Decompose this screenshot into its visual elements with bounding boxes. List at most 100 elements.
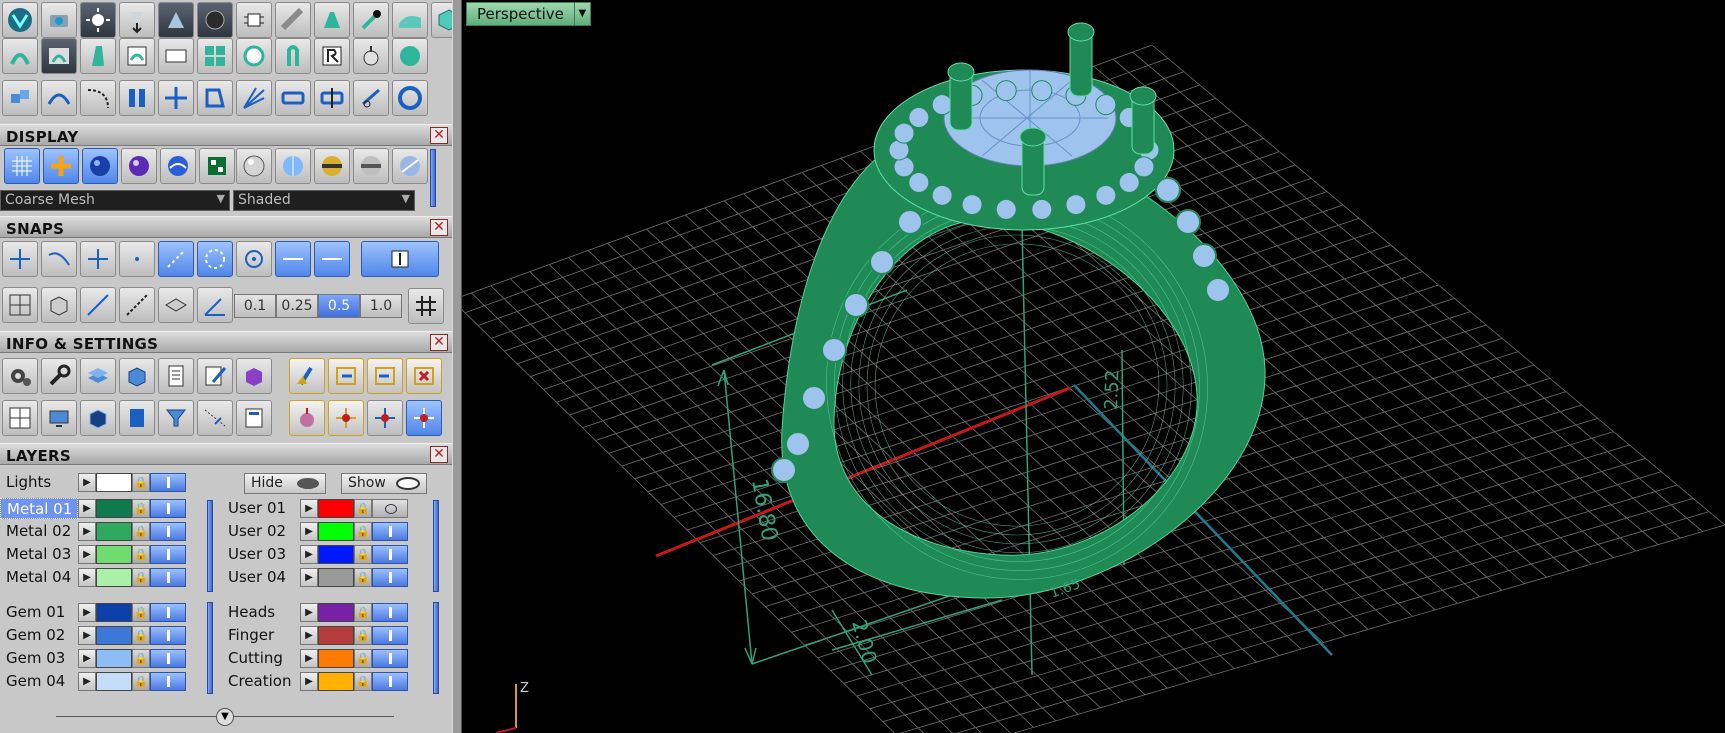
select-filter-icon[interactable] xyxy=(197,400,233,436)
layer-visibility-toggle[interactable] xyxy=(150,672,186,691)
panel-splitter[interactable] xyxy=(452,0,462,733)
layer-expand-button[interactable]: ▶ xyxy=(300,545,318,564)
lock-icon[interactable]: 🔒 xyxy=(132,649,150,668)
globe-icon[interactable] xyxy=(392,38,428,74)
snap-intersect-icon[interactable] xyxy=(80,241,116,277)
layer-color-swatch[interactable] xyxy=(96,649,132,668)
snap-near-icon[interactable] xyxy=(275,241,311,277)
gold-ball-icon[interactable] xyxy=(314,148,350,184)
layer-name[interactable]: Metal 04 xyxy=(0,567,78,588)
layer-expand-button[interactable]: ▶ xyxy=(300,603,318,622)
layer-name[interactable]: Gem 02 xyxy=(0,625,78,646)
chip-icon[interactable] xyxy=(236,2,272,38)
cube-view-icon[interactable] xyxy=(80,400,116,436)
grid-snap-icon[interactable] xyxy=(408,288,444,324)
snap-center-icon[interactable] xyxy=(197,241,233,277)
lock-icon[interactable]: 🔒 xyxy=(354,626,372,645)
lock-icon[interactable]: 🔒 xyxy=(132,545,150,564)
snap-end-icon[interactable] xyxy=(2,241,38,277)
weight-icon[interactable] xyxy=(353,38,389,74)
layer-name[interactable]: Finger xyxy=(222,625,300,646)
analyze-wrench-icon[interactable] xyxy=(41,358,77,394)
grid-size-0.5[interactable]: 0.5 xyxy=(318,294,360,318)
join-icon[interactable] xyxy=(275,80,311,116)
grid-size-1.0[interactable]: 1.0 xyxy=(360,294,402,318)
layers-stack-icon[interactable] xyxy=(80,358,116,394)
clock-icon[interactable] xyxy=(236,38,272,74)
light-cone-icon[interactable] xyxy=(158,2,194,38)
panel-scroll-down-icon[interactable]: ▼ xyxy=(216,708,234,726)
circle-icon[interactable] xyxy=(392,80,428,116)
box-properties-icon[interactable] xyxy=(119,358,155,394)
surface-icon[interactable] xyxy=(392,2,428,38)
bail-icon[interactable] xyxy=(275,38,311,74)
move-icon[interactable] xyxy=(158,80,194,116)
properties-list-icon[interactable] xyxy=(236,400,272,436)
gumball-rotate-icon[interactable] xyxy=(367,400,403,436)
plane-snap-icon[interactable] xyxy=(158,287,194,323)
gumball-active-icon[interactable] xyxy=(406,400,442,436)
primitives-icon[interactable] xyxy=(2,80,38,116)
layer-expand-button[interactable]: ▶ xyxy=(78,568,96,587)
layer-name[interactable]: Heads xyxy=(222,602,300,623)
close-layers-button[interactable]: ✕ xyxy=(430,446,448,463)
layer-color-swatch[interactable] xyxy=(96,626,132,645)
grid-layout-icon[interactable] xyxy=(197,38,233,74)
layer-expand-button[interactable]: ▶ xyxy=(78,626,96,645)
layer-name[interactable]: User 02 xyxy=(222,521,300,542)
silver-ball-icon[interactable] xyxy=(353,148,389,184)
layer-color-swatch[interactable] xyxy=(96,603,132,622)
shade-mode-select[interactable]: Shaded ▼ xyxy=(233,190,415,211)
grid-size-0.1[interactable]: 0.1 xyxy=(234,294,276,318)
display-scrollbar[interactable] xyxy=(430,149,436,207)
layer-color-swatch[interactable] xyxy=(318,499,354,518)
film-icon[interactable] xyxy=(41,38,77,74)
layer-visibility-toggle[interactable] xyxy=(150,499,186,518)
layer-visibility-toggle[interactable] xyxy=(372,522,408,541)
layer-visibility-toggle[interactable] xyxy=(372,545,408,564)
split-icon[interactable] xyxy=(314,80,350,116)
gem-cube-icon[interactable] xyxy=(236,358,272,394)
document-icon[interactable] xyxy=(158,358,194,394)
lock-icon[interactable]: 🔒 xyxy=(132,522,150,541)
lock-icon[interactable]: 🔒 xyxy=(354,603,372,622)
layer-visibility-toggle[interactable] xyxy=(372,649,408,668)
layer-color-swatch[interactable] xyxy=(96,568,132,587)
logo-stamp-icon[interactable] xyxy=(158,38,194,74)
layer-visibility-toggle[interactable] xyxy=(150,545,186,564)
show-button[interactable]: Show xyxy=(341,473,427,494)
lock-icon[interactable]: 🔒 xyxy=(132,499,150,518)
close-info-button[interactable]: ✕ xyxy=(430,334,448,351)
chrome-ball-icon[interactable] xyxy=(236,148,272,184)
flat-shade-mode-icon[interactable] xyxy=(43,148,79,184)
gem-prong-icon[interactable] xyxy=(2,38,38,74)
layer-name[interactable]: Metal 03 xyxy=(0,544,78,565)
viewport-tab[interactable]: Perspective ▼ xyxy=(466,2,591,26)
environment-mode-icon[interactable] xyxy=(160,148,196,184)
lock-icon[interactable]: 🔒 xyxy=(132,603,150,622)
shank-icon[interactable] xyxy=(80,38,116,74)
layer-name[interactable]: Gem 03 xyxy=(0,648,78,669)
spot-light-icon[interactable] xyxy=(119,2,155,38)
lock-icon[interactable]: 🔒 xyxy=(354,672,372,691)
layer-color-swatch[interactable] xyxy=(96,522,132,541)
layer-visibility-toggle[interactable] xyxy=(150,603,186,622)
delete-history-icon[interactable] xyxy=(406,358,442,394)
angle-snap-icon[interactable] xyxy=(197,287,233,323)
gallery-icon[interactable] xyxy=(119,38,155,74)
camera-icon[interactable] xyxy=(41,2,77,38)
snap-quad-icon[interactable] xyxy=(236,241,272,277)
box-snap-icon[interactable] xyxy=(41,287,77,323)
offset-icon[interactable] xyxy=(197,80,233,116)
trim-icon[interactable] xyxy=(353,80,389,116)
layer-expand-button[interactable]: ▶ xyxy=(300,649,318,668)
layer-visibility-toggle[interactable] xyxy=(372,626,408,645)
layer-visibility-toggle[interactable] xyxy=(372,672,408,691)
layer-expand-button[interactable]: ▶ xyxy=(78,603,96,622)
perspective-viewport[interactable]: 16.80 2.52 2.00 1.65 Z Perspective ▼ xyxy=(462,0,1725,733)
planar-icon[interactable] xyxy=(2,287,38,323)
ruler-icon[interactable] xyxy=(275,2,311,38)
diamond-ball-icon[interactable] xyxy=(392,148,428,184)
lock-icon[interactable]: 🔒 xyxy=(354,522,372,541)
line-snap-icon[interactable] xyxy=(80,287,116,323)
